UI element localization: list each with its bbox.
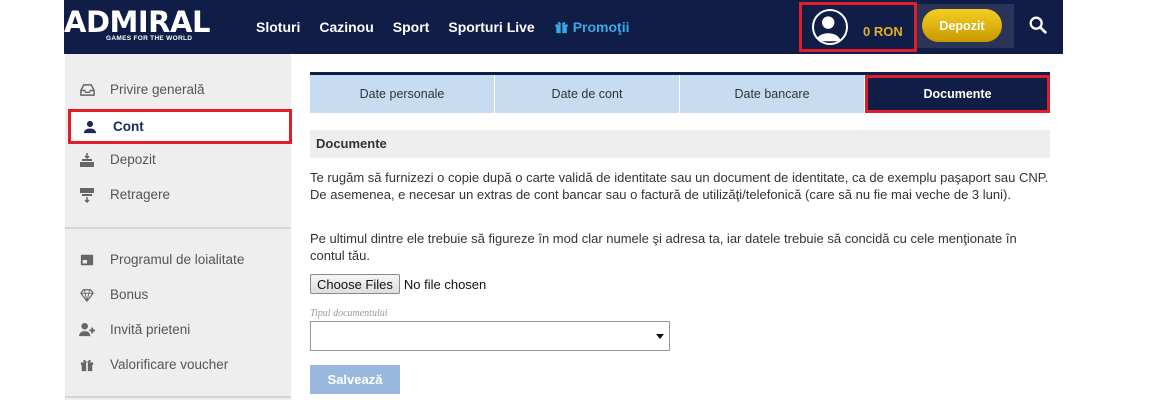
tab-documents[interactable]: Documente: [865, 75, 1050, 113]
nav-item-promotii[interactable]: Promoţii: [554, 19, 630, 35]
file-upload: Choose Files No file chosen: [310, 274, 486, 294]
documents-instructions: Te rugăm să furnizezi o copie după o car…: [310, 170, 1049, 202]
sidebar-item-label: Depozit: [110, 152, 156, 167]
sidebar-item-cont[interactable]: Cont: [68, 109, 292, 144]
sidebar-item-invite[interactable]: Invită prieteni: [65, 312, 291, 347]
nav-item-sporturi-live[interactable]: Sporturi Live: [448, 19, 534, 35]
top-navigation-bar: ADMIRAL GAMES FOR THE WORLD Sloturi Cazi…: [64, 0, 1063, 54]
inbox-icon: [78, 81, 96, 99]
sidebar-item-withdraw[interactable]: Retragere: [65, 177, 291, 212]
id-card-icon: [78, 251, 96, 269]
nav-item-promotii-label: Promoţii: [572, 19, 630, 35]
choose-files-button[interactable]: Choose Files: [310, 274, 400, 294]
sidebar-item-label: Programul de loialitate: [110, 252, 245, 267]
deposit-icon: [78, 151, 96, 169]
tab-bank-data[interactable]: Date bancare: [680, 75, 865, 113]
withdraw-icon: [78, 186, 96, 204]
sidebar-divider: [65, 227, 291, 229]
nav-item-sport[interactable]: Sport: [393, 19, 430, 35]
logo-tagline: GAMES FOR THE WORLD: [106, 35, 193, 42]
sidebar-divider: [65, 396, 291, 398]
document-type-label: Tipul documentului: [310, 308, 388, 319]
gift-icon: [555, 21, 568, 34]
sidebar-item-label: Bonus: [110, 287, 149, 302]
section-title: Documente: [310, 130, 1050, 158]
documents-requirements: Pe ultimul dintre ele trebuie să figurez…: [310, 231, 1017, 263]
sidebar-item-overview[interactable]: Privire generală: [65, 72, 291, 107]
chevron-down-icon: [656, 334, 664, 339]
sidebar-item-voucher[interactable]: Valorificare voucher: [65, 347, 291, 382]
deposit-button[interactable]: Depozit: [922, 9, 1002, 42]
main-nav: Sloturi Cazinou Sport Sporturi Live Prom…: [256, 0, 649, 54]
sidebar-item-loyalty[interactable]: Programul de loialitate: [65, 242, 291, 277]
gift-icon: [78, 356, 96, 374]
diamond-icon: [78, 286, 96, 304]
sidebar-item-label: Retragere: [110, 187, 171, 202]
account-sidebar: Privire generală Cont Depozit Retragere …: [65, 54, 292, 400]
user-avatar-icon[interactable]: [812, 9, 848, 45]
tab-account-data[interactable]: Date de cont: [495, 75, 680, 113]
logo-text: ADMIRAL: [64, 5, 210, 39]
account-balance-box[interactable]: 0 RON: [799, 2, 917, 52]
document-type-select[interactable]: [310, 321, 670, 351]
admiral-logo[interactable]: ADMIRAL GAMES FOR THE WORLD: [64, 6, 229, 46]
sidebar-item-label: Invită prieteni: [110, 322, 191, 337]
balance-amount: 0 RON: [863, 24, 903, 39]
tab-personal-data[interactable]: Date personale: [310, 75, 495, 113]
sidebar-item-bonus[interactable]: Bonus: [65, 277, 291, 312]
nav-item-cazinou[interactable]: Cazinou: [319, 19, 373, 35]
nav-item-sloturi[interactable]: Sloturi: [256, 19, 300, 35]
sidebar-item-label: Cont: [113, 119, 144, 134]
search-icon[interactable]: [1027, 14, 1051, 38]
save-button[interactable]: Salvează: [310, 365, 400, 394]
add-user-icon: [78, 321, 96, 339]
account-tabs: Date personale Date de cont Date bancare…: [310, 72, 1050, 113]
sidebar-item-label: Valorificare voucher: [110, 357, 229, 372]
deposit-area: Depozit: [917, 4, 1014, 48]
sidebar-item-deposit[interactable]: Depozit: [65, 142, 291, 177]
sidebar-item-label: Privire generală: [110, 82, 205, 97]
file-status: No file chosen: [403, 276, 487, 292]
user-icon: [81, 118, 99, 136]
